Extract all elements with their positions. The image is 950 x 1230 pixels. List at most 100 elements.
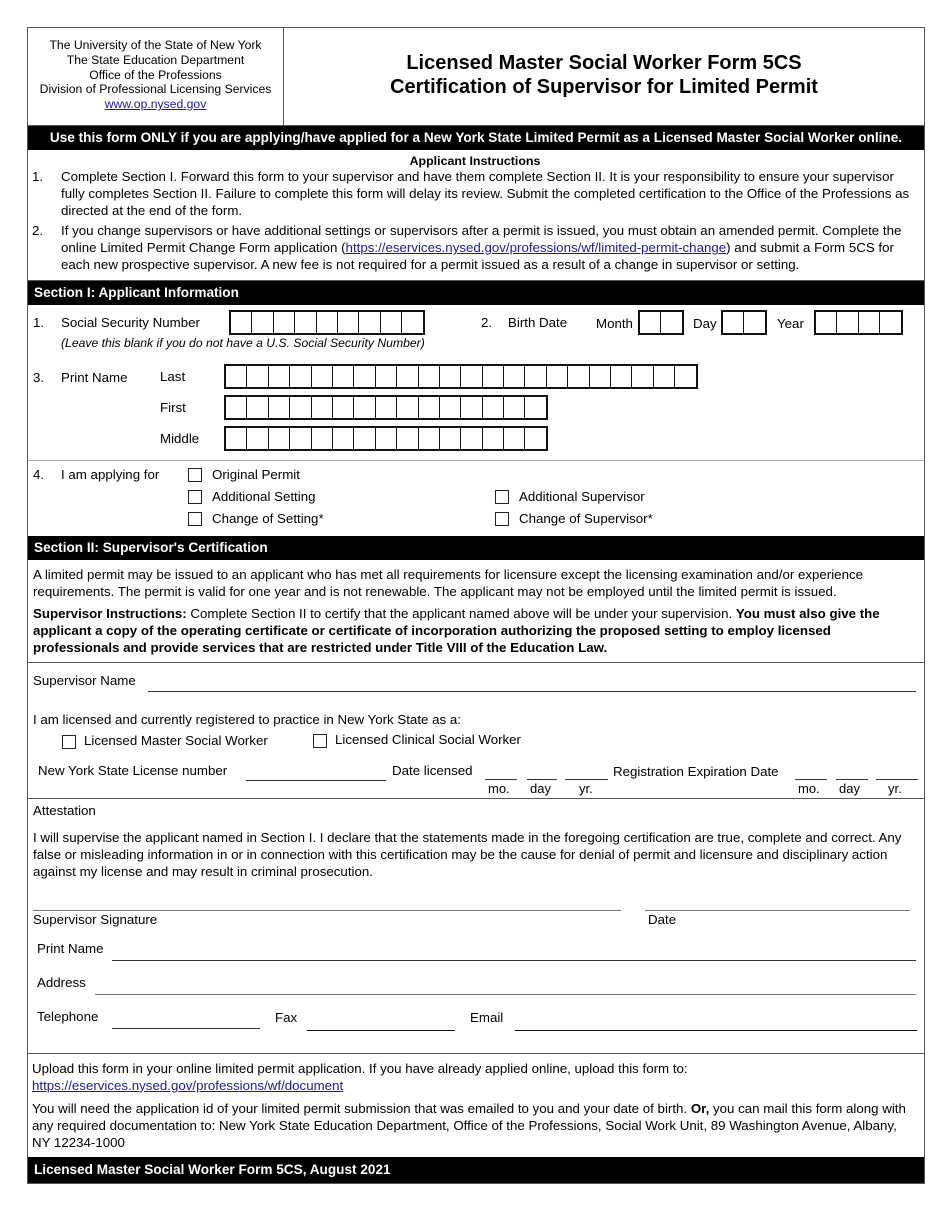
character-box[interactable]	[397, 365, 419, 387]
character-box[interactable]	[440, 365, 462, 387]
character-box[interactable]	[525, 365, 547, 387]
character-box[interactable]	[354, 365, 376, 387]
additional-setting-checkbox[interactable]	[188, 489, 202, 504]
change-of-setting-checkbox[interactable]	[188, 511, 202, 526]
character-box[interactable]	[376, 427, 398, 449]
character-box[interactable]	[880, 312, 900, 333]
date-licensed-year-field[interactable]	[565, 778, 608, 780]
birth-day-input[interactable]	[721, 309, 767, 335]
character-box[interactable]	[723, 311, 745, 333]
character-box[interactable]	[440, 396, 462, 418]
reg-exp-day-field[interactable]	[836, 778, 868, 780]
character-box[interactable]	[419, 396, 440, 418]
character-box[interactable]	[333, 396, 355, 418]
character-box[interactable]	[231, 311, 253, 333]
telephone-field[interactable]	[112, 1027, 260, 1029]
character-box[interactable]	[504, 365, 526, 387]
character-box[interactable]	[483, 396, 505, 418]
ssn-input[interactable]	[229, 309, 425, 335]
character-box[interactable]	[376, 396, 398, 418]
character-box[interactable]	[397, 396, 419, 418]
character-box[interactable]	[419, 427, 440, 449]
character-box[interactable]	[269, 427, 291, 449]
character-box[interactable]	[590, 365, 612, 387]
character-box[interactable]	[661, 312, 681, 333]
character-box[interactable]	[333, 427, 355, 449]
reg-exp-year-field[interactable]	[876, 778, 918, 780]
character-box[interactable]	[504, 396, 526, 418]
character-box[interactable]	[568, 365, 590, 387]
character-box[interactable]	[547, 365, 569, 387]
character-box[interactable]	[381, 311, 403, 333]
character-box[interactable]	[859, 311, 881, 333]
character-box[interactable]	[744, 312, 764, 333]
character-box[interactable]	[461, 427, 483, 449]
character-box[interactable]	[312, 427, 333, 449]
character-box[interactable]	[290, 396, 312, 418]
character-box[interactable]	[419, 365, 440, 387]
character-box[interactable]	[632, 365, 654, 387]
character-box[interactable]	[354, 427, 376, 449]
character-box[interactable]	[317, 311, 338, 333]
birth-month-input[interactable]	[638, 309, 684, 335]
signature-date-field[interactable]	[645, 909, 910, 911]
character-box[interactable]	[611, 365, 633, 387]
date-licensed-month-field[interactable]	[485, 778, 517, 780]
character-box[interactable]	[338, 311, 360, 333]
first-name-input[interactable]	[224, 394, 548, 420]
character-box[interactable]	[359, 311, 381, 333]
email-field[interactable]	[515, 1029, 917, 1031]
character-box[interactable]	[837, 311, 859, 333]
character-box[interactable]	[312, 365, 333, 387]
original-permit-checkbox[interactable]	[188, 467, 202, 482]
agency-website-link[interactable]: www.op.nysed.gov	[105, 97, 207, 111]
character-box[interactable]	[354, 396, 376, 418]
character-box[interactable]	[247, 396, 269, 418]
supervisor-print-name-field[interactable]	[112, 959, 916, 961]
upload-document-link[interactable]: https://eservices.nysed.gov/professions/…	[32, 1078, 343, 1093]
character-box[interactable]	[274, 311, 296, 333]
character-box[interactable]	[376, 365, 398, 387]
lcsw-checkbox[interactable]	[313, 733, 327, 748]
lmsw-checkbox[interactable]	[62, 734, 76, 749]
change-of-supervisor-checkbox[interactable]	[495, 511, 509, 526]
character-box[interactable]	[675, 366, 695, 387]
character-box[interactable]	[525, 428, 545, 449]
character-box[interactable]	[333, 365, 355, 387]
character-box[interactable]	[504, 427, 526, 449]
address-field[interactable]	[95, 993, 916, 995]
character-box[interactable]	[461, 396, 483, 418]
middle-name-input[interactable]	[224, 425, 548, 451]
birth-year-input[interactable]	[814, 309, 903, 335]
character-box[interactable]	[816, 311, 838, 333]
character-box[interactable]	[226, 365, 248, 387]
supervisor-name-field[interactable]	[148, 690, 916, 692]
character-box[interactable]	[461, 365, 483, 387]
reg-exp-month-field[interactable]	[795, 778, 827, 780]
character-box[interactable]	[247, 365, 269, 387]
character-box[interactable]	[402, 312, 422, 333]
character-box[interactable]	[397, 427, 419, 449]
character-box[interactable]	[440, 427, 462, 449]
additional-supervisor-checkbox[interactable]	[495, 489, 509, 504]
character-box[interactable]	[290, 365, 312, 387]
license-number-field[interactable]	[246, 779, 386, 781]
character-box[interactable]	[483, 365, 505, 387]
character-box[interactable]	[483, 427, 505, 449]
character-box[interactable]	[640, 311, 662, 333]
character-box[interactable]	[654, 365, 676, 387]
character-box[interactable]	[269, 365, 291, 387]
character-box[interactable]	[269, 396, 291, 418]
character-box[interactable]	[252, 311, 274, 333]
last-name-input[interactable]	[224, 363, 698, 389]
character-box[interactable]	[525, 397, 545, 418]
character-box[interactable]	[226, 427, 248, 449]
character-box[interactable]	[290, 427, 312, 449]
character-box[interactable]	[247, 427, 269, 449]
limited-permit-change-link[interactable]: https://eservices.nysed.gov/professions/…	[346, 240, 727, 255]
fax-field[interactable]	[307, 1029, 455, 1031]
supervisor-signature-field[interactable]	[33, 909, 621, 911]
character-box[interactable]	[226, 396, 248, 418]
character-box[interactable]	[312, 396, 333, 418]
character-box[interactable]	[295, 311, 317, 333]
